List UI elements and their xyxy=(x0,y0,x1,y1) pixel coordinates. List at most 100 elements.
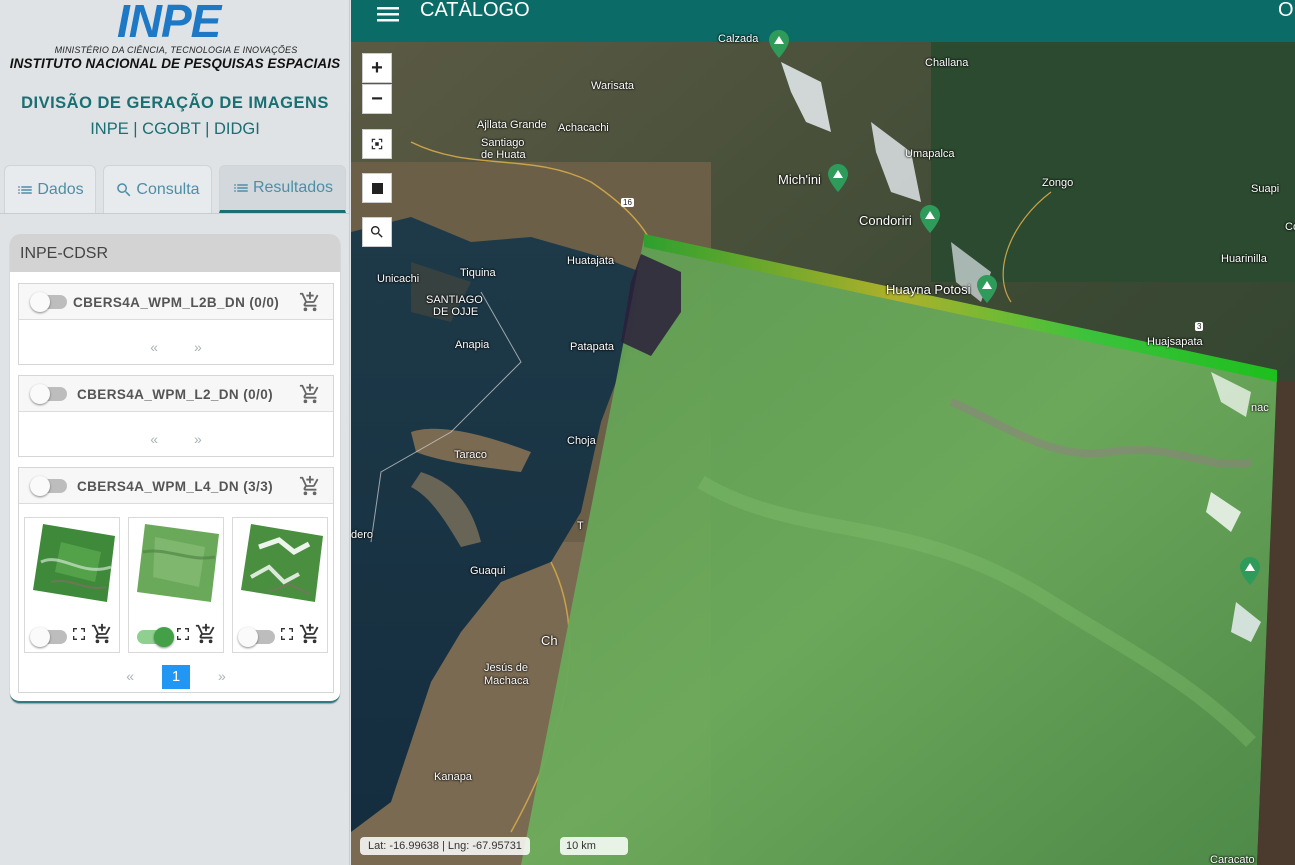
scene-thumbnail-image[interactable] xyxy=(239,522,323,604)
place-label: Huajsapata xyxy=(1147,336,1203,348)
scene-thumbnail-image[interactable] xyxy=(135,522,219,604)
scale-bar: 10 km xyxy=(560,837,628,855)
results-panel: INPE-CDSR CBERS4A_WPM_L2B_DN (0/0) «» CB… xyxy=(10,234,340,703)
tab-resultados[interactable]: Resultados xyxy=(219,165,346,213)
collection-title: CBERS4A_WPM_L2B_DN (0/0) xyxy=(73,295,280,310)
fullscreen-icon[interactable] xyxy=(175,626,191,642)
place-label: Huarinilla xyxy=(1221,253,1267,265)
scene-thumbnail-card xyxy=(232,517,328,653)
division-title: DIVISÃO DE GERAÇÃO DE IMAGENS xyxy=(21,94,329,112)
scene-thumbnail-card xyxy=(128,517,224,653)
next-page-button[interactable]: » xyxy=(194,431,202,447)
mountain-pin-icon[interactable] xyxy=(920,205,940,233)
app-bar-right-text[interactable]: OI xyxy=(1278,0,1295,22)
tab-label: Dados xyxy=(37,180,84,198)
page-number-button[interactable]: 1 xyxy=(162,665,190,689)
mountain-pin-icon[interactable] xyxy=(1240,557,1260,585)
map-area[interactable]: CATÁLOGO OI + − Calzada Challana Warisat… xyxy=(351,0,1295,865)
place-label: Ajllata Grande xyxy=(477,119,547,131)
place-label: Achacachi xyxy=(558,122,609,134)
inpe-logo: INPE MINISTÉRIO DA CIÊNCIA, TECNOLOGIA E… xyxy=(0,0,350,80)
satellite-map[interactable] xyxy=(351,42,1295,865)
mountain-pin-icon[interactable] xyxy=(977,275,997,303)
coordinates-readout: Lat: -16.99638 | Lng: -67.95731 xyxy=(360,837,530,855)
search-icon xyxy=(117,182,131,196)
place-label: Mich'ini xyxy=(778,172,821,187)
place-label: Zongo xyxy=(1042,177,1074,189)
place-label: T xyxy=(577,520,584,532)
place-label: Anapia xyxy=(455,339,490,351)
collection-title: CBERS4A_WPM_L2_DN (0/0) xyxy=(77,387,274,402)
zoom-in-button[interactable]: + xyxy=(362,53,392,83)
ministry-text: MINISTÉRIO DA CIÊNCIA, TECNOLOGIA E INOV… xyxy=(54,45,298,55)
prev-page-button[interactable]: « xyxy=(150,339,158,355)
pagination: « 1 » xyxy=(19,665,333,689)
place-label: Santiago xyxy=(481,137,525,149)
list-icon xyxy=(234,184,248,192)
next-page-button[interactable]: » xyxy=(218,668,226,684)
prev-page-button[interactable]: « xyxy=(126,668,134,684)
add-to-cart-icon[interactable] xyxy=(299,383,321,405)
sidebar-tabs: Dados Consulta Resultados xyxy=(4,165,346,213)
mountain-pin-icon[interactable] xyxy=(769,30,789,58)
scene-thumbnail-image[interactable] xyxy=(31,522,115,604)
add-to-cart-icon[interactable] xyxy=(195,623,217,645)
institute-text: INSTITUTO NACIONAL DE PESQUISAS ESPACIAI… xyxy=(9,56,341,71)
search-icon xyxy=(370,226,383,238)
draw-rectangle-button[interactable] xyxy=(362,173,392,203)
place-label: Caracato xyxy=(1210,854,1255,865)
place-label: Co xyxy=(1285,221,1295,233)
place-label: SANTIAGO xyxy=(426,294,483,306)
scene-visibility-toggle[interactable] xyxy=(238,627,275,647)
fullscreen-icon[interactable] xyxy=(71,626,87,642)
collection-header: CBERS4A_WPM_L4_DN (3/3) xyxy=(19,468,333,504)
place-label: Umapalca xyxy=(905,148,955,160)
mountain-pin-icon[interactable] xyxy=(828,164,848,192)
scene-visibility-toggle[interactable] xyxy=(30,627,67,647)
tabs-divider xyxy=(0,213,350,214)
division-subline: INPE | CGOBT | DIDGI xyxy=(90,120,260,138)
pagination: «» xyxy=(19,431,333,447)
place-label: Huatajata xyxy=(567,255,615,267)
fullscreen-icon xyxy=(371,138,383,150)
place-label: Ch xyxy=(541,633,558,648)
next-page-button[interactable]: » xyxy=(194,339,202,355)
add-to-cart-icon[interactable] xyxy=(299,291,321,313)
place-label: Condoriri xyxy=(859,213,912,228)
sidebar: INPE MINISTÉRIO DA CIÊNCIA, TECNOLOGIA E… xyxy=(0,0,350,865)
tab-label: Resultados xyxy=(252,179,334,196)
app-title: CATÁLOGO xyxy=(420,0,530,21)
list-icon xyxy=(18,185,33,194)
place-label: DE OJJE xyxy=(433,306,479,318)
menu-icon[interactable] xyxy=(377,5,399,23)
provider-header[interactable]: INPE-CDSR xyxy=(10,234,340,272)
prev-page-button[interactable]: « xyxy=(150,431,158,447)
collection-card: CBERS4A_WPM_L4_DN (3/3) « 1 » xyxy=(18,467,334,693)
collection-header: CBERS4A_WPM_L2B_DN (0/0) xyxy=(19,284,333,320)
tab-consulta[interactable]: Consulta xyxy=(103,165,212,213)
zoom-out-button[interactable]: − xyxy=(362,84,392,114)
place-label: de Huata xyxy=(481,149,526,161)
fullscreen-icon[interactable] xyxy=(279,626,295,642)
place-label: nac xyxy=(1251,402,1269,414)
collection-card: CBERS4A_WPM_L2B_DN (0/0) « » xyxy=(18,283,334,365)
place-label: Warisata xyxy=(591,80,634,92)
tab-dados[interactable]: Dados xyxy=(4,165,96,213)
scene-visibility-toggle[interactable] xyxy=(137,627,174,647)
add-to-cart-icon[interactable] xyxy=(299,475,321,497)
place-label: Unicachi xyxy=(377,273,420,285)
collection-toggle[interactable] xyxy=(30,384,67,404)
map-search-button[interactable] xyxy=(362,217,392,247)
collection-title: CBERS4A_WPM_L4_DN (3/3) xyxy=(77,479,274,494)
collection-toggle[interactable] xyxy=(30,476,67,496)
fit-bounds-button[interactable] xyxy=(362,129,392,159)
place-label: Challana xyxy=(925,57,969,69)
add-to-cart-icon[interactable] xyxy=(299,623,321,645)
add-to-cart-icon[interactable] xyxy=(91,623,113,645)
collection-toggle[interactable] xyxy=(30,292,67,312)
place-label: Suapi xyxy=(1251,183,1280,195)
square-icon xyxy=(372,183,383,194)
route-shield: 3 xyxy=(1195,322,1204,331)
place-label: Huayna Potosi xyxy=(886,282,971,297)
place-label: dero xyxy=(351,529,374,541)
